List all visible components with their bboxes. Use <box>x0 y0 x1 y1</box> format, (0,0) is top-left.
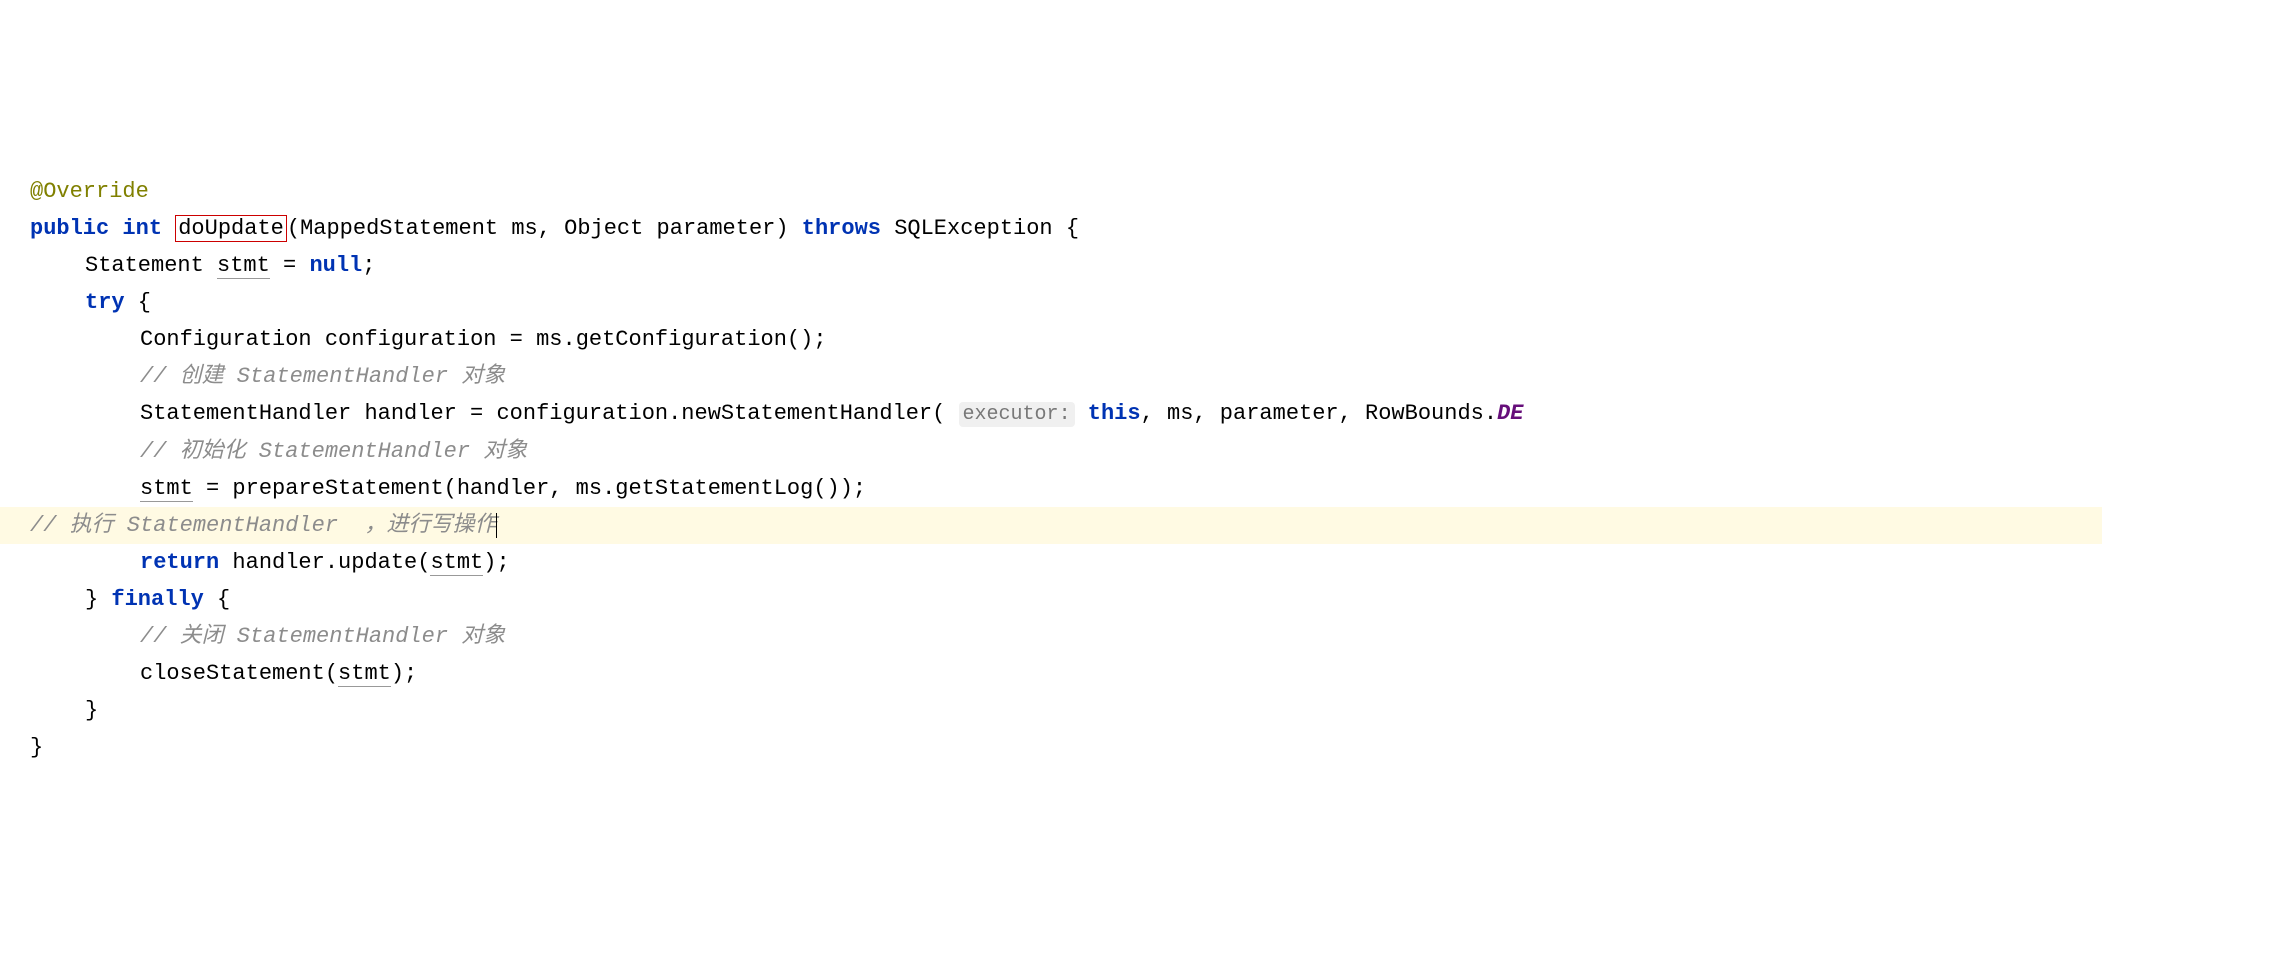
decl-var: stmt <box>217 253 270 279</box>
handler-prefix: = configuration.newStatementHandler( <box>457 401 945 426</box>
conf-expr: = ms.getConfiguration(); <box>496 327 826 352</box>
code-editor[interactable]: @Overridepublic int doUpdate(MappedState… <box>30 173 2242 766</box>
handler-type: StatementHandler <box>140 401 351 426</box>
comment-execute: // 执行 StatementHandler ，进行写操作 <box>30 513 496 538</box>
keyword-int: int <box>122 216 162 241</box>
method-name-highlight: doUpdate <box>175 215 287 242</box>
param-name-2: parameter <box>657 216 776 241</box>
close-prefix: closeStatement( <box>140 661 338 686</box>
return-expr-prefix: handler.update( <box>219 550 430 575</box>
handler-args: , ms, parameter, RowBounds. <box>1141 401 1497 426</box>
comment-init: // 初始化 StatementHandler 对象 <box>140 439 527 464</box>
close-arg: stmt <box>338 661 391 687</box>
stmt-assign: = prepareStatement(handler, ms.getStatem… <box>193 476 866 501</box>
static-field-rowbounds: DE <box>1497 401 1523 426</box>
keyword-this: this <box>1088 401 1141 426</box>
text-cursor <box>496 513 497 538</box>
param-type-1: MappedStatement <box>300 216 498 241</box>
exception-type: SQLException <box>894 216 1052 241</box>
param-name-1: ms <box>511 216 537 241</box>
decl-type: Statement <box>85 253 204 278</box>
keyword-try: try <box>85 290 125 315</box>
comment-close: // 关闭 StatementHandler 对象 <box>140 624 505 649</box>
stmt-var: stmt <box>140 476 193 502</box>
param-type-2: Object <box>564 216 643 241</box>
return-arg: stmt <box>430 550 483 576</box>
keyword-public: public <box>30 216 109 241</box>
keyword-throws: throws <box>802 216 881 241</box>
keyword-finally: finally <box>111 587 203 612</box>
close-suffix: ); <box>391 661 417 686</box>
annotation-override: @Override <box>30 179 149 204</box>
conf-type: Configuration <box>140 327 312 352</box>
handler-var: handler <box>364 401 456 426</box>
param-hint-executor: executor: <box>959 402 1075 427</box>
conf-var: configuration <box>325 327 497 352</box>
current-line-highlight: // 执行 StatementHandler ，进行写操作 <box>0 507 2102 544</box>
comment-create: // 创建 StatementHandler 对象 <box>140 364 505 389</box>
keyword-null: null <box>309 253 362 278</box>
return-expr-suffix: ); <box>483 550 509 575</box>
keyword-return: return <box>140 550 219 575</box>
